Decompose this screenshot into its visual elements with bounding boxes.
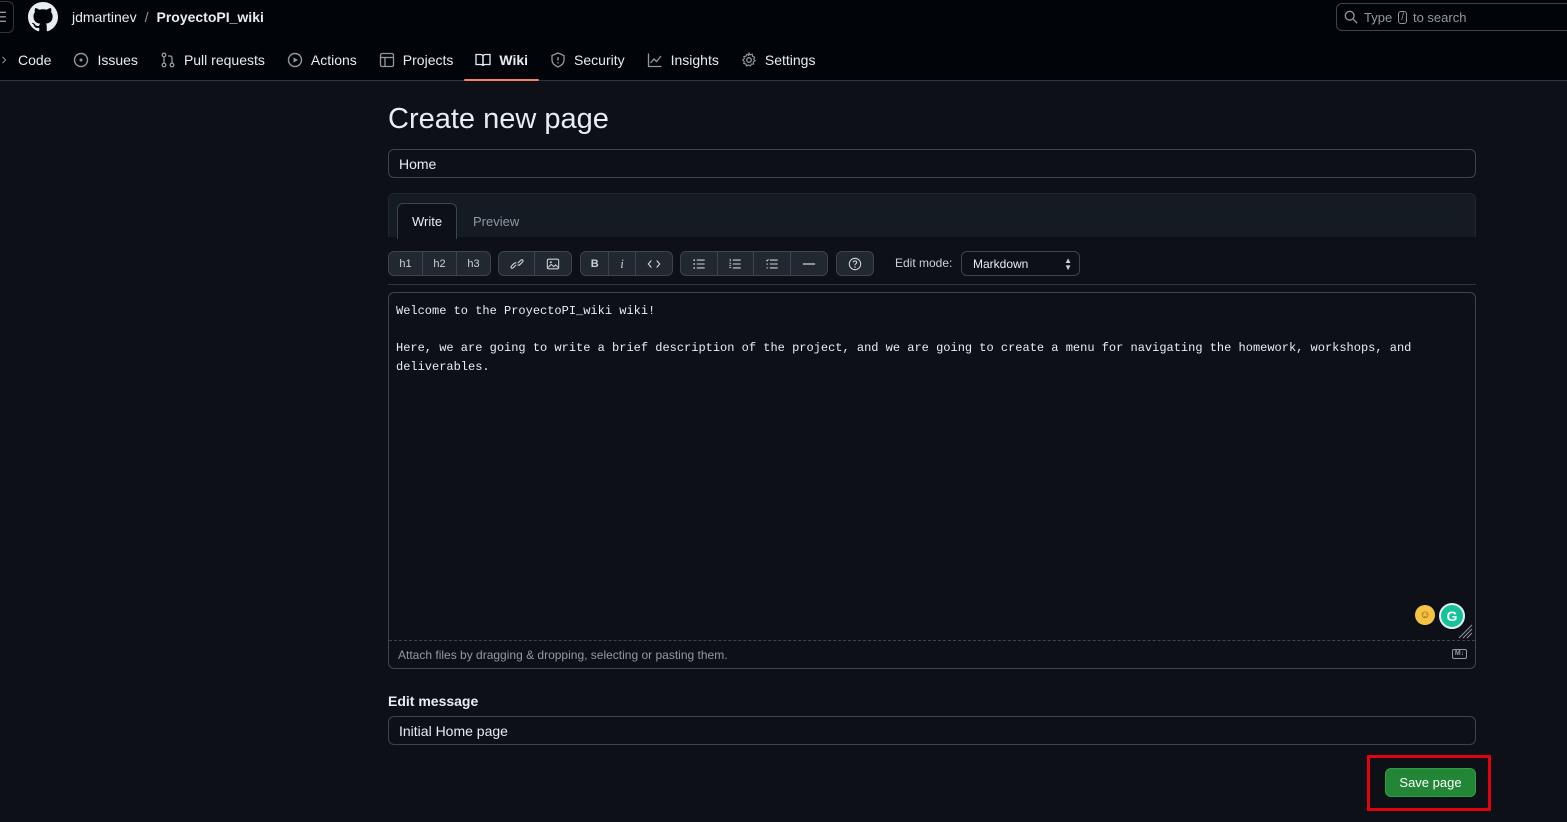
breadcrumb: jdmartinev / ProyectoPI_wiki	[72, 9, 264, 25]
resize-handle-icon[interactable]	[1453, 619, 1473, 639]
edit-message-input[interactable]	[388, 716, 1476, 745]
tab-label: Pull requests	[183, 52, 265, 68]
content-editor[interactable]: Welcome to the ProyectoPI_wiki wiki! Her…	[388, 292, 1476, 669]
editor-tabs: Write Preview	[388, 193, 1476, 239]
menu-button[interactable]: ☰	[0, 1, 14, 33]
search-placeholder-suffix: to search	[1412, 9, 1467, 25]
edit-mode-select[interactable]: Markdown ▲ ▼	[961, 251, 1080, 276]
question-icon	[848, 257, 862, 270]
h2-button[interactable]: h2	[423, 252, 457, 275]
actions-icon	[287, 52, 303, 68]
page-title-input[interactable]	[388, 149, 1476, 178]
horizontal-rule-icon	[802, 262, 815, 265]
tab-pull-requests[interactable]: Pull requests	[149, 44, 276, 76]
edit-mode-value: Markdown	[973, 256, 1029, 271]
shield-icon	[551, 52, 565, 68]
tab-label: Code	[18, 52, 52, 68]
image-icon	[546, 258, 560, 269]
emoji-extension-icon[interactable]: ☺	[1415, 605, 1435, 625]
search-icon	[1344, 10, 1358, 24]
numbered-list-icon	[729, 258, 741, 268]
edit-mode-label: Edit mode:	[895, 256, 953, 270]
image-button[interactable]	[535, 252, 571, 275]
tab-issues[interactable]: Issues	[62, 44, 148, 76]
help-group	[836, 251, 874, 276]
h1-button[interactable]: h1	[389, 252, 423, 275]
select-arrows-icon: ▲ ▼	[1064, 256, 1072, 272]
list-group	[680, 251, 828, 276]
task-list-button[interactable]	[754, 252, 791, 275]
tab-label: Insights	[670, 52, 719, 68]
repo-name-link[interactable]: ProyectoPI_wiki	[156, 9, 263, 25]
tab-code[interactable]: Code	[0, 44, 62, 76]
markdown-icon[interactable]: M↓	[1452, 649, 1467, 659]
pull-request-icon	[161, 52, 175, 68]
bullet-list-icon	[693, 258, 705, 269]
graph-icon	[647, 53, 662, 68]
tab-insights[interactable]: Insights	[636, 44, 730, 76]
code-icon	[2, 56, 7, 64]
tab-preview[interactable]: Preview	[459, 203, 533, 239]
insert-group	[498, 251, 572, 276]
tab-label: Settings	[764, 52, 816, 68]
code-brackets-icon	[647, 259, 661, 268]
numbered-list-button[interactable]	[718, 252, 754, 275]
save-page-button[interactable]: Save page	[1385, 768, 1476, 797]
code-button[interactable]	[636, 252, 672, 275]
content-textarea[interactable]: Welcome to the ProyectoPI_wiki wiki! Her…	[396, 302, 1416, 376]
repo-nav: Code Issues Pull requests Actions Projec…	[0, 44, 826, 81]
link-icon	[509, 258, 524, 269]
gear-icon	[741, 52, 756, 67]
tab-label: Wiki	[499, 52, 529, 68]
help-button[interactable]	[837, 252, 873, 275]
tab-actions[interactable]: Actions	[276, 44, 368, 76]
book-icon	[475, 53, 492, 67]
repo-owner-link[interactable]: jdmartinev	[72, 9, 137, 25]
page-title: Create new page	[388, 103, 609, 135]
link-button[interactable]	[499, 252, 536, 275]
attach-hint: Attach files by dragging & dropping, sel…	[398, 647, 728, 662]
tab-label: Issues	[97, 52, 138, 68]
horizontal-rule-button[interactable]	[791, 252, 827, 275]
bullet-list-button[interactable]	[681, 252, 718, 275]
tab-wiki[interactable]: Wiki	[464, 44, 539, 81]
search-placeholder-prefix: Type	[1364, 9, 1393, 25]
issues-icon	[74, 52, 89, 68]
projects-icon	[379, 52, 394, 68]
file-attachment-area[interactable]: Attach files by dragging & dropping, sel…	[389, 640, 1475, 668]
h3-button[interactable]: h3	[457, 252, 490, 275]
breadcrumb-separator: /	[144, 9, 149, 25]
format-group: B i	[580, 251, 673, 276]
github-logo-icon[interactable]	[28, 2, 58, 32]
hamburger-icon: ☰	[0, 8, 7, 25]
search-input[interactable]: Type / to search	[1336, 3, 1567, 31]
tab-write[interactable]: Write	[397, 203, 458, 239]
italic-button[interactable]: i	[609, 252, 636, 275]
repo-header: ☰ jdmartinev / ProyectoPI_wiki Type / to…	[0, 0, 1567, 81]
tab-label: Projects	[402, 52, 454, 68]
tab-security[interactable]: Security	[539, 44, 636, 76]
toolbar-divider	[388, 284, 1476, 285]
tab-projects[interactable]: Projects	[368, 44, 465, 76]
edit-message-label: Edit message	[388, 693, 479, 709]
bold-button[interactable]: B	[581, 252, 610, 275]
task-list-icon	[765, 258, 778, 268]
tab-label: Actions	[310, 52, 357, 68]
tab-label: Security	[574, 52, 625, 68]
tab-settings[interactable]: Settings	[730, 44, 827, 76]
heading-group: h1 h2 h3	[388, 251, 491, 276]
search-shortcut-key: /	[1398, 10, 1407, 24]
